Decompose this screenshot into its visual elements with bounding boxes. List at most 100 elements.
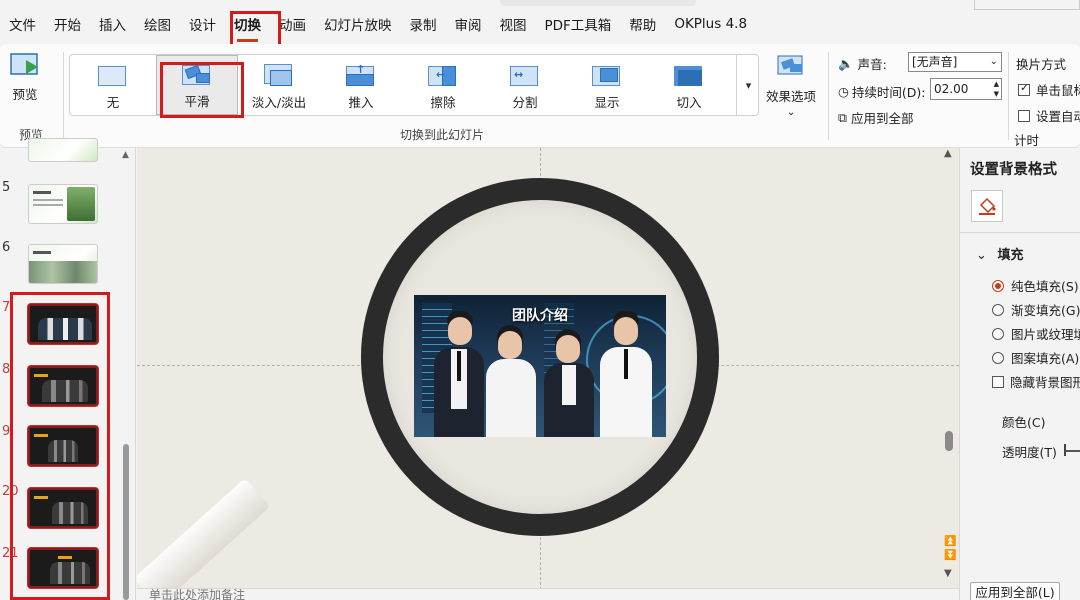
transition-push[interactable]: ↑ 推入 <box>320 55 402 115</box>
person-figure <box>434 309 484 437</box>
spin-arrows-icon[interactable]: ▲ ▼ <box>994 79 999 99</box>
morph-transition-icon <box>182 63 212 87</box>
speaker-icon: 🔈 <box>838 55 854 71</box>
hide-background-checkbox[interactable]: 隐藏背景图形 <box>992 372 1080 391</box>
color-label: 颜色(C) <box>1002 415 1046 430</box>
menu-design[interactable]: 设计 <box>180 0 225 48</box>
transition-label: 显示 <box>594 95 620 110</box>
person-figure <box>486 325 536 437</box>
checkbox-icon <box>1018 109 1030 122</box>
chevron-down-icon: ⌄ <box>786 107 796 118</box>
menu-draw[interactable]: 绘图 <box>135 0 180 48</box>
sound-label: 声音: <box>857 57 887 72</box>
chevron-down-icon: ⌄ <box>989 56 998 67</box>
menu-record[interactable]: 录制 <box>401 0 446 48</box>
transition-none[interactable]: 无 <box>72 55 154 115</box>
sound-row: 🔈 声音: <box>838 54 887 73</box>
transition-label: 切入 <box>676 95 702 110</box>
apply-all-label: 应用到全部 <box>850 111 914 126</box>
on-click-checkbox[interactable]: 单击鼠标 <box>1018 80 1080 99</box>
radio-selected-icon <box>992 279 1004 292</box>
slide-canvas[interactable]: 团队介绍 <box>137 148 959 600</box>
sound-dropdown[interactable]: [无声音] ⌄ <box>908 52 1002 72</box>
scrollbar-thumb[interactable] <box>123 444 129 600</box>
after-checkbox[interactable]: 设置自动 <box>1018 106 1080 125</box>
transition-label: 分割 <box>512 95 538 110</box>
advance-title: 换片方式 <box>1016 57 1067 72</box>
magnifier-handle[interactable] <box>137 478 271 600</box>
scroll-down-icon[interactable]: ▼ <box>944 568 952 579</box>
duration-input[interactable]: 02.00 ▲ ▼ <box>930 78 1002 100</box>
menu-transitions[interactable]: 切换 <box>225 0 270 48</box>
previous-slide-icon[interactable]: ⏫ <box>944 536 956 547</box>
split-transition-icon: ↔ <box>510 64 540 88</box>
ribbon: 预览 预览 无 平滑 淡入/淡出 ↑ 推入 ← 擦除 ↔ 分割 显示 切入 ▾ … <box>0 44 1080 148</box>
transparency-slider[interactable] <box>1064 450 1080 452</box>
slide-thumbnail[interactable] <box>28 244 98 284</box>
transition-cut[interactable]: 切入 <box>648 55 730 115</box>
chevron-down-icon: ▾ <box>745 78 752 92</box>
canvas-scrollbar[interactable]: ▲ ⏫ ⏬ ▼ <box>941 148 957 588</box>
transition-reveal[interactable]: 显示 <box>566 55 648 115</box>
gradient-fill-radio[interactable]: 渐变填充(G) <box>992 300 1080 319</box>
preview-label: 预览 <box>12 87 38 102</box>
menu-help[interactable]: 帮助 <box>620 0 665 48</box>
person-figure <box>544 329 594 437</box>
wipe-transition-icon: ← <box>428 64 458 88</box>
menu-insert[interactable]: 插入 <box>90 0 135 48</box>
separator <box>828 52 829 140</box>
menu-slideshow[interactable]: 幻灯片放映 <box>315 0 401 48</box>
menu-review[interactable]: 审阅 <box>446 0 491 48</box>
thumbnail-scrollbar[interactable]: ▲ <box>120 150 132 600</box>
clock-icon: ◷ <box>838 84 849 99</box>
fill-section-header[interactable]: ⌄ 填充 <box>976 244 1023 263</box>
divider <box>960 232 1080 233</box>
transition-group-label: 切换到此幻灯片 <box>400 128 485 142</box>
transition-morph[interactable]: 平滑 <box>156 55 238 115</box>
window-control[interactable] <box>974 0 1080 10</box>
preview-button[interactable]: 预览 <box>10 52 40 103</box>
slide-number: 6 <box>2 240 11 255</box>
advance-slide-options: 换片方式 单击鼠标 设置自动 计时 <box>1012 48 1080 148</box>
duration-row: ◷ 持续时间(D): <box>838 82 926 101</box>
gallery-more-button[interactable]: ▾ <box>736 55 760 115</box>
photo-title: 团队介绍 <box>512 308 568 324</box>
team-photo[interactable]: 团队介绍 <box>414 295 666 437</box>
apply-to-all-button[interactable]: 应用到全部(L) <box>970 582 1060 600</box>
effect-options-button[interactable]: 效果选项 ⌄ <box>766 54 816 118</box>
fill-section-label: 填充 <box>997 248 1024 263</box>
fill-tab-button[interactable] <box>971 190 1003 222</box>
next-slide-icon[interactable]: ⏬ <box>944 550 956 561</box>
apply-all-row[interactable]: ⧉ 应用到全部 <box>838 108 913 127</box>
slide-thumbnail[interactable] <box>28 184 98 224</box>
fill-option-label: 纯色填充(S) <box>1011 279 1079 294</box>
pattern-fill-radio[interactable]: 图案填充(A) <box>992 348 1079 367</box>
cut-transition-icon <box>674 64 704 88</box>
menu-bar: 文件 开始 插入 绘图 设计 切换 动画 幻灯片放映 录制 审阅 视图 PDF工… <box>0 0 1080 48</box>
menu-okplus[interactable]: OKPlus 4.8 <box>665 0 756 48</box>
scroll-up-icon[interactable]: ▲ <box>944 148 952 159</box>
push-transition-icon: ↑ <box>346 63 376 88</box>
menu-file[interactable]: 文件 <box>0 0 45 48</box>
format-background-pane: 设置背景格式 ⌄ 填充 纯色填充(S) 渐变填充(G) 图片或纹理填 图案填充(… <box>959 148 1080 600</box>
menu-pdf-toolbox[interactable]: PDF工具箱 <box>536 0 621 48</box>
slider-handle[interactable] <box>1064 444 1066 456</box>
menu-animations[interactable]: 动画 <box>270 0 315 48</box>
menu-view[interactable]: 视图 <box>491 0 536 48</box>
effect-options-label: 效果选项 <box>766 89 817 104</box>
transition-wipe[interactable]: ← 擦除 <box>402 55 484 115</box>
checkbox-checked-icon <box>1018 81 1030 96</box>
fill-option-label: 渐变填充(G) <box>1011 303 1080 318</box>
solid-fill-radio[interactable]: 纯色填充(S) <box>992 276 1079 295</box>
slide-thumbnail[interactable] <box>28 138 98 162</box>
transition-split[interactable]: ↔ 分割 <box>484 55 566 115</box>
person-figure <box>600 309 652 437</box>
picture-fill-radio[interactable]: 图片或纹理填 <box>992 324 1080 343</box>
transition-fade[interactable]: 淡入/淡出 <box>238 55 320 115</box>
notes-area[interactable]: 单击此处添加备注 <box>137 588 959 600</box>
transition-label: 擦除 <box>430 95 456 110</box>
menu-home[interactable]: 开始 <box>45 0 90 48</box>
scroll-up-icon[interactable]: ▲ <box>122 150 129 160</box>
after-label: 设置自动 <box>1036 109 1080 124</box>
scrollbar-thumb[interactable] <box>945 431 953 451</box>
